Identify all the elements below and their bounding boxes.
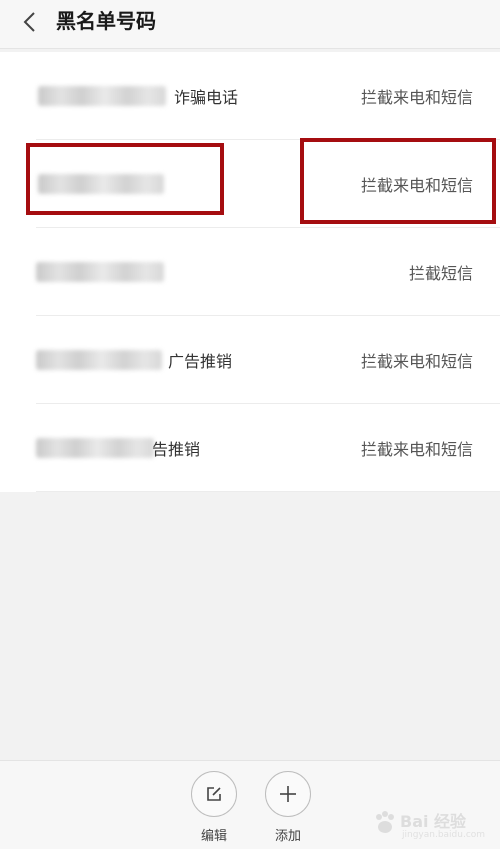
edit-label: 编辑 bbox=[200, 829, 227, 844]
plus-icon bbox=[280, 786, 296, 802]
row-label: 诈骗电话 bbox=[174, 88, 239, 107]
edit-icon bbox=[207, 787, 221, 801]
bottom-toolbar: 编辑 添加 Bai 经验 jingyan.baidu.com bbox=[0, 760, 500, 849]
blacklist-screen: 黑名单号码 诈骗电话 拦截来电和短信 拦截来电和短信 拦截短信 广告推销 拦截来… bbox=[0, 0, 500, 849]
blacklist-list: 诈骗电话 拦截来电和短信 拦截来电和短信 拦截短信 广告推销 拦截来电和短信 告… bbox=[0, 52, 500, 492]
list-item[interactable]: 广告推销 拦截来电和短信 bbox=[0, 316, 500, 404]
highlight-box-number bbox=[26, 143, 224, 215]
block-mode: 拦截来电和短信 bbox=[360, 352, 473, 371]
watermark-subtext: jingyan.baidu.com bbox=[402, 830, 486, 840]
back-button[interactable] bbox=[16, 8, 44, 36]
add-button[interactable]: 添加 bbox=[258, 771, 318, 844]
watermark-text: Bai 经验 bbox=[400, 812, 467, 831]
block-mode: 拦截来电和短信 bbox=[360, 440, 473, 459]
row-label: 广告推销 bbox=[168, 352, 233, 371]
highlight-box-mode bbox=[300, 138, 496, 224]
title-bar: 黑名单号码 bbox=[0, 0, 500, 49]
row-label: 告推销 bbox=[152, 440, 201, 459]
page-title: 黑名单号码 bbox=[56, 9, 156, 33]
blurred-number bbox=[36, 350, 162, 370]
chevron-left-icon bbox=[23, 12, 35, 32]
blurred-number bbox=[36, 262, 164, 282]
baidu-paw-icon bbox=[376, 811, 394, 833]
add-button-circle[interactable] bbox=[265, 771, 311, 817]
edit-button[interactable]: 编辑 bbox=[184, 771, 244, 844]
list-item[interactable]: 告推销 拦截来电和短信 bbox=[0, 404, 500, 492]
block-mode: 拦截短信 bbox=[408, 264, 473, 283]
blurred-number bbox=[36, 438, 154, 458]
block-mode: 拦截来电和短信 bbox=[360, 88, 473, 107]
edit-button-circle[interactable] bbox=[191, 771, 237, 817]
list-item[interactable]: 诈骗电话 拦截来电和短信 bbox=[0, 52, 500, 140]
list-item[interactable]: 拦截短信 bbox=[0, 228, 500, 316]
baidu-watermark: Bai 经验 jingyan.baidu.com bbox=[372, 804, 492, 844]
blurred-number bbox=[38, 86, 166, 106]
divider bbox=[36, 491, 500, 492]
add-label: 添加 bbox=[274, 829, 301, 844]
